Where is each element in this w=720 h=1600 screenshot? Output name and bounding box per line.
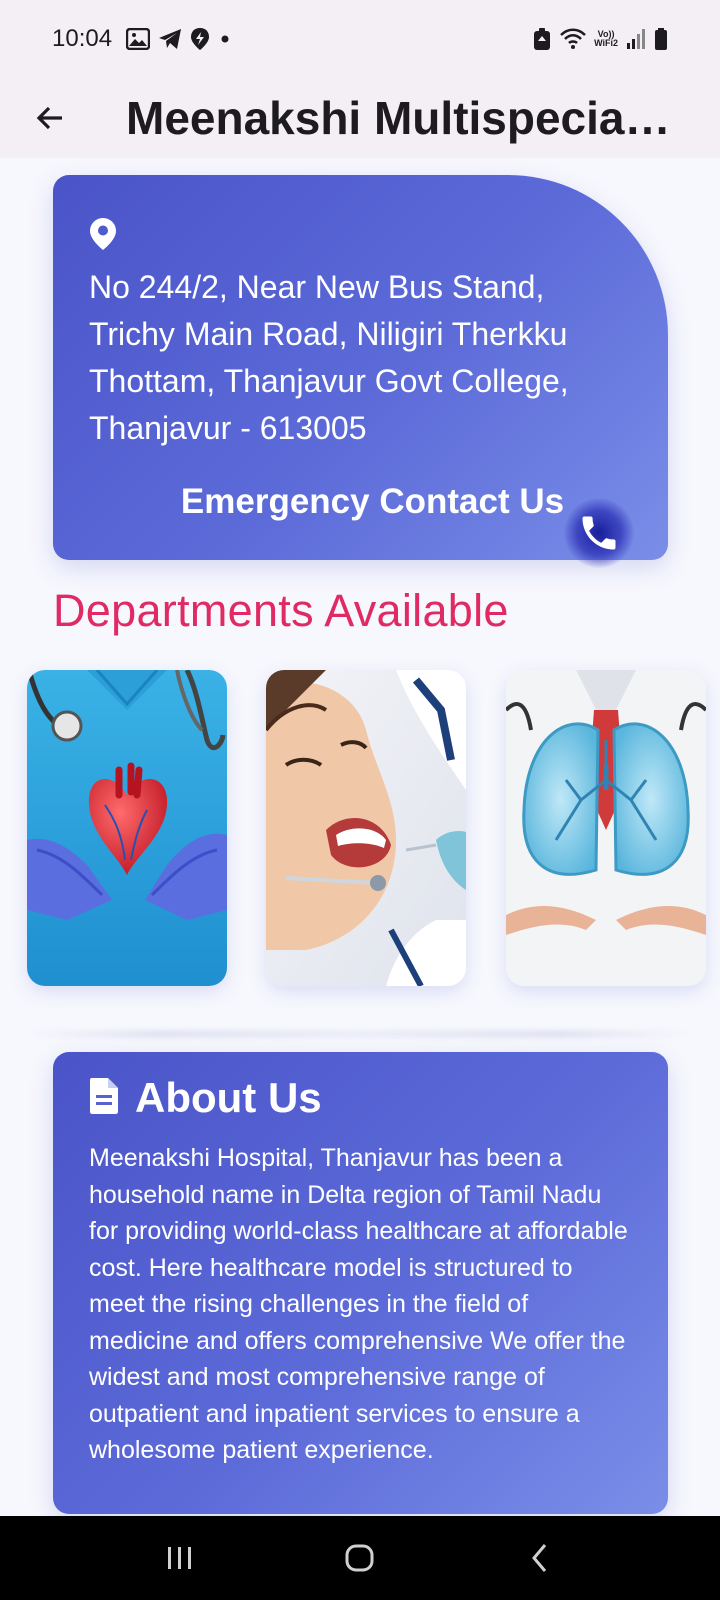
about-text: Meenakshi Hospital, Thanjavur has been a… xyxy=(89,1144,628,1464)
more-notifications-dot-icon xyxy=(218,32,232,46)
app-bar: Meenakshi Multispeciality Hospital xyxy=(0,78,720,158)
status-left: 10:04 xyxy=(52,25,232,53)
system-navigation-bar xyxy=(0,1516,720,1600)
emergency-contact-label[interactable]: Emergency Contact Us xyxy=(181,482,564,522)
wifi-icon xyxy=(560,28,586,50)
address-text: No 244/2, Near New Bus Stand, Trichy Mai… xyxy=(89,269,569,446)
back-nav-button[interactable] xyxy=(510,1528,570,1588)
recent-apps-icon xyxy=(168,1547,191,1569)
dental-image xyxy=(266,670,466,986)
address-card: No 244/2, Near New Bus Stand, Trichy Mai… xyxy=(53,175,668,568)
arrow-back-icon xyxy=(36,106,62,130)
page-title: Meenakshi Multispeciality Hospital xyxy=(126,92,681,144)
wifi-calling-label: Vo)) WiFi2 xyxy=(594,30,618,48)
about-header: About Us xyxy=(89,1074,632,1122)
department-card-cardiology[interactable] xyxy=(27,670,227,986)
battery-icon xyxy=(654,27,668,51)
heart-cardiology-image xyxy=(27,670,227,986)
wifi-label-bottom: WiFi2 xyxy=(594,38,618,48)
location-pin-icon xyxy=(89,217,632,256)
about-card: About Us Meenakshi Hospital, Thanjavur h… xyxy=(53,1052,668,1514)
emergency-call-button[interactable] xyxy=(564,498,634,568)
chevron-left-icon xyxy=(532,1544,547,1572)
about-title: About Us xyxy=(135,1074,322,1121)
data-saver-icon xyxy=(532,27,552,51)
departments-carousel[interactable] xyxy=(0,670,720,990)
telegram-icon xyxy=(158,28,182,50)
department-card-dental[interactable] xyxy=(266,670,466,986)
department-card-pulmonology[interactable] xyxy=(506,670,706,986)
lungs-pulmonology-image xyxy=(506,670,706,986)
status-bar: 10:04 Vo)) WiFi2 xyxy=(0,0,720,78)
home-icon xyxy=(345,1544,374,1572)
document-icon xyxy=(89,1077,119,1120)
recent-apps-button[interactable] xyxy=(150,1528,210,1588)
gallery-icon xyxy=(126,28,151,50)
signal-icon xyxy=(626,28,646,50)
status-time: 10:04 xyxy=(52,25,113,52)
phone-icon xyxy=(582,516,616,550)
back-button[interactable] xyxy=(20,88,80,148)
home-button[interactable] xyxy=(330,1528,390,1588)
status-right: Vo)) WiFi2 xyxy=(532,27,668,51)
app-notification-icon xyxy=(190,27,210,51)
departments-heading: Departments Available xyxy=(53,585,509,636)
carousel-divider xyxy=(27,1030,692,1038)
